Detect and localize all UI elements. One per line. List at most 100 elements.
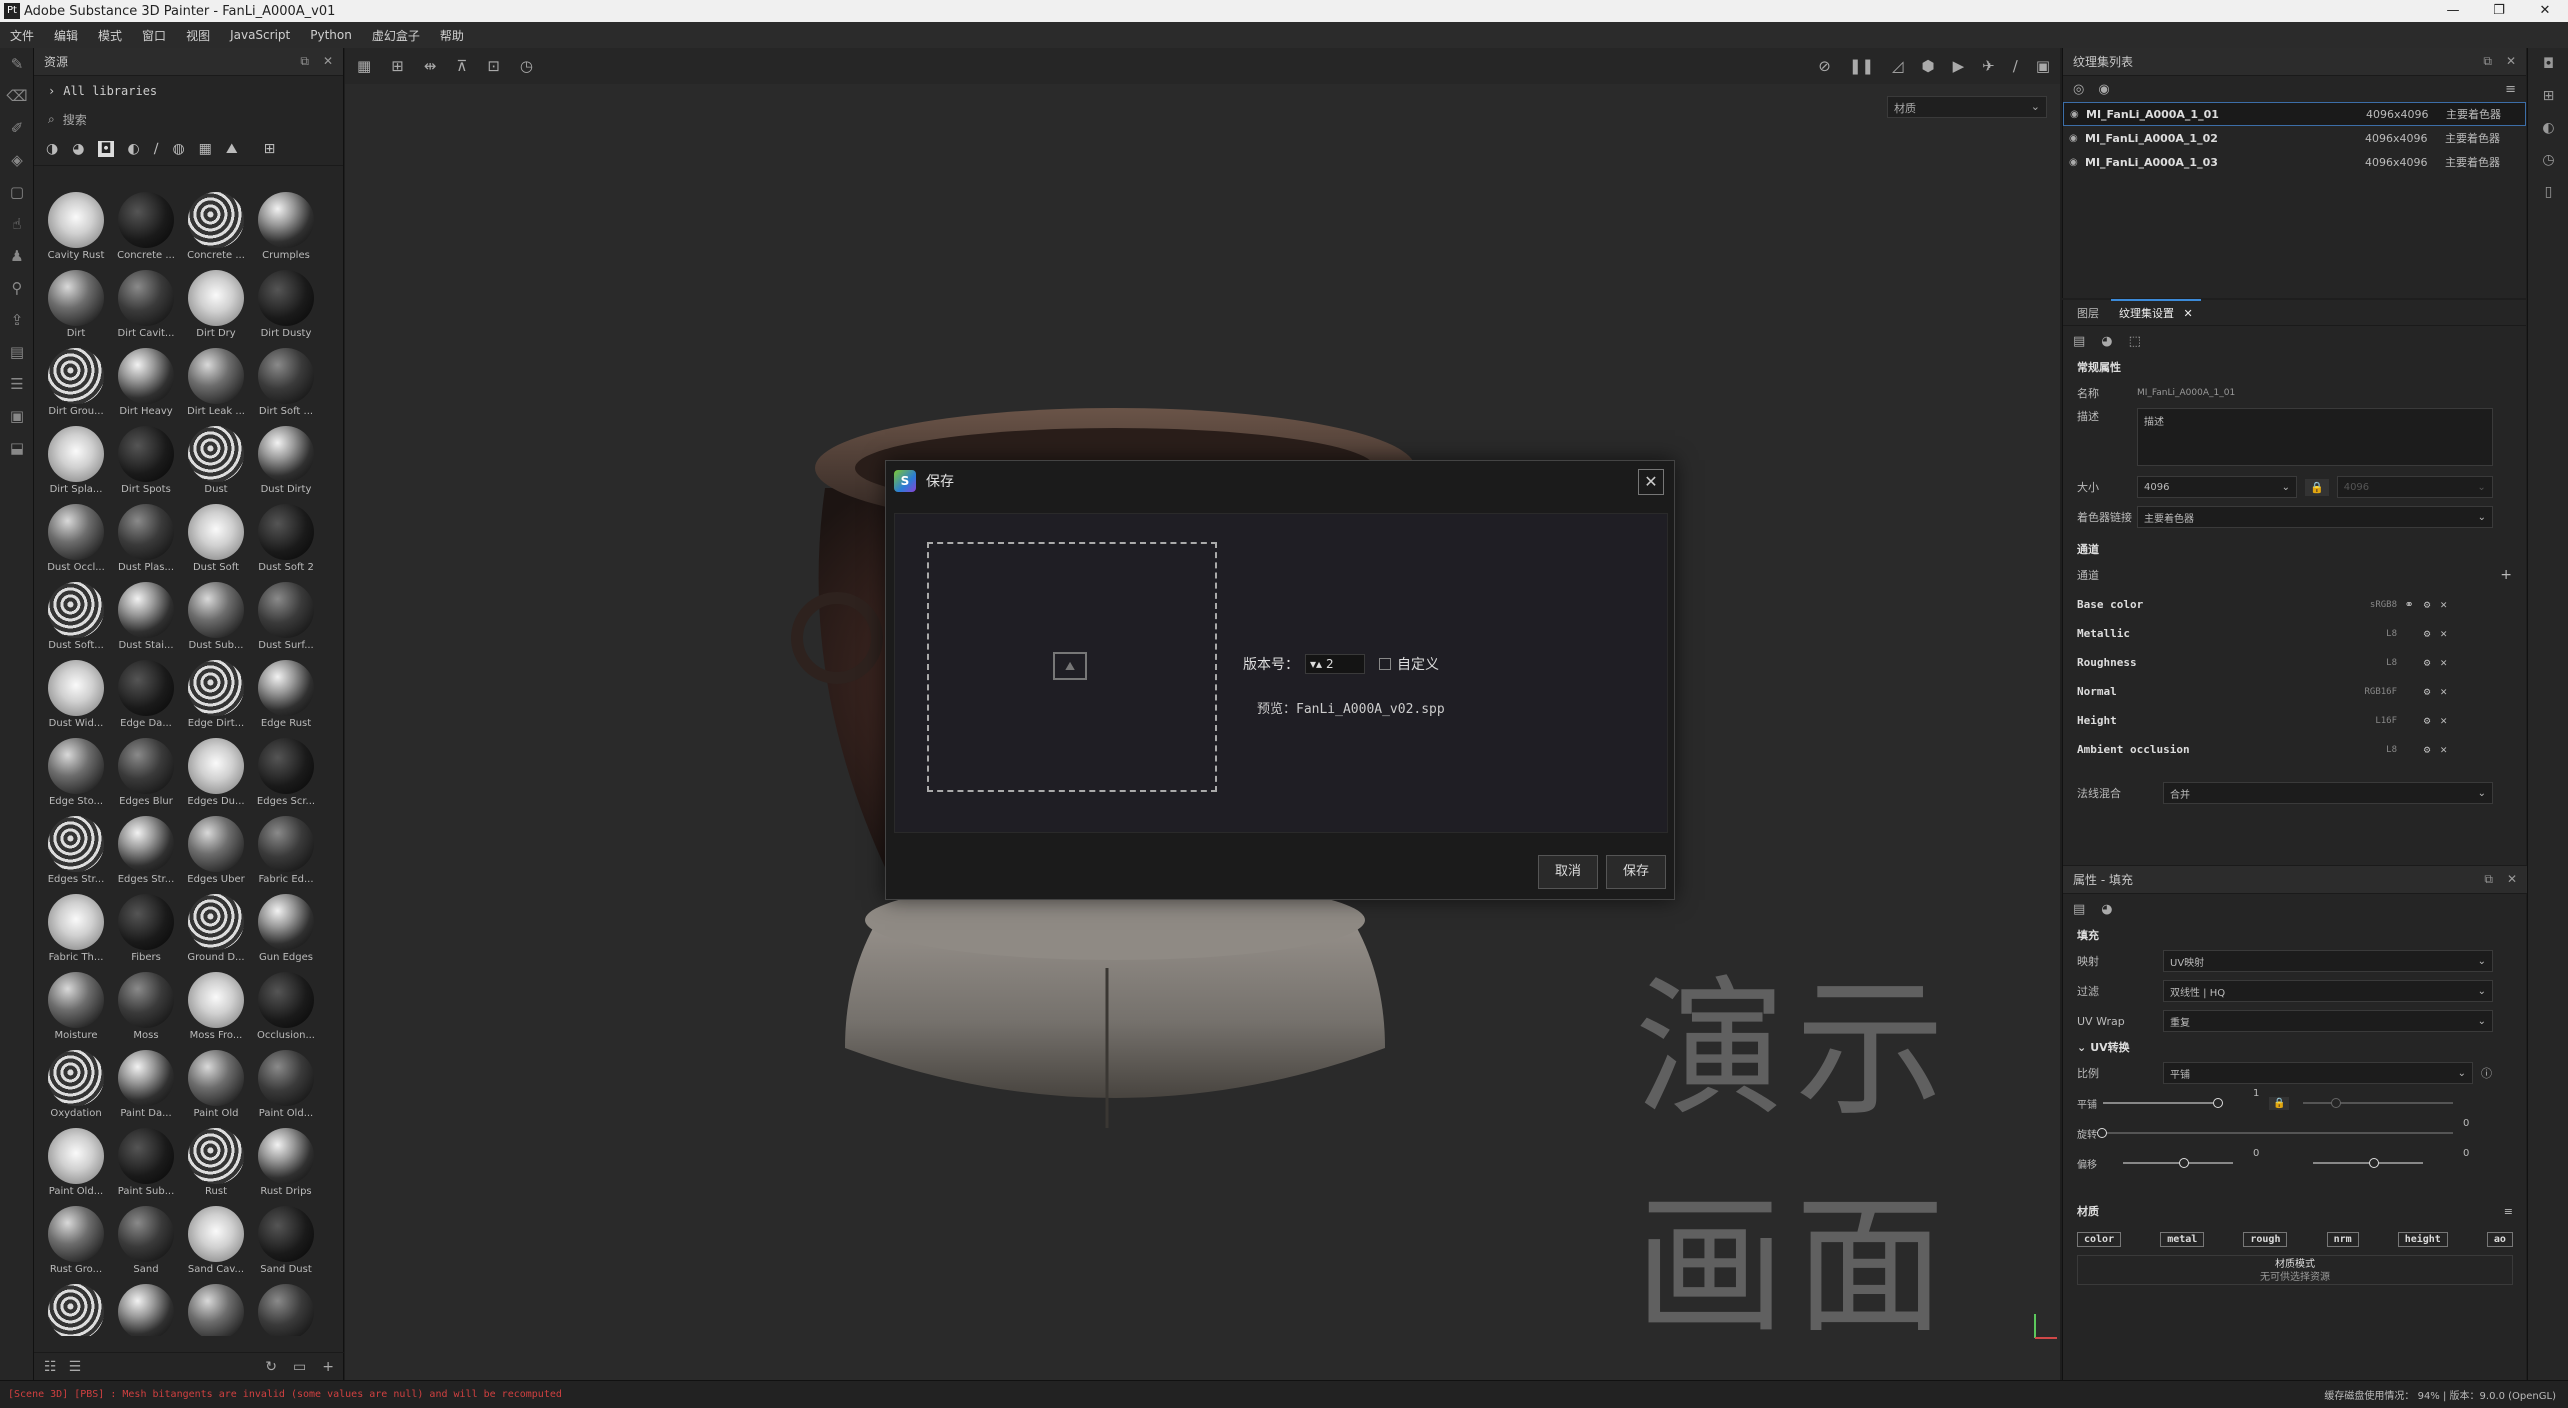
asset-item[interactable]: Cavity Rust xyxy=(42,188,110,266)
asset-item[interactable]: Dust Plas... xyxy=(112,500,180,578)
asset-item[interactable]: Dust Sub... xyxy=(182,578,250,656)
texture-set-icon[interactable]: ⊞ xyxy=(2528,80,2568,112)
asset-item[interactable]: Rust Gro... xyxy=(42,1202,110,1280)
menu-help[interactable]: 帮助 xyxy=(430,27,474,44)
close-icon[interactable]: ✕ xyxy=(1638,469,1664,495)
rotation-knob[interactable] xyxy=(2097,1128,2107,1138)
gear-icon[interactable]: ⚙ xyxy=(2424,714,2431,727)
asset-item[interactable]: Rust xyxy=(182,1124,250,1202)
metal-toggle[interactable]: metal xyxy=(2160,1232,2205,1247)
menu-window[interactable]: 窗口 xyxy=(132,27,176,44)
asset-item[interactable]: Edge Dirt... xyxy=(182,656,250,734)
blend-select[interactable]: 合并 ⌄ xyxy=(2163,782,2493,804)
asset-item[interactable]: Oxydation xyxy=(42,1046,110,1124)
asset-item[interactable]: Edge Da... xyxy=(112,656,180,734)
filter-icon[interactable]: ◐ xyxy=(128,141,140,157)
link-icon[interactable]: ⚭ xyxy=(2405,598,2414,611)
close-tab-icon[interactable]: ✕ xyxy=(2184,307,2193,320)
history-icon[interactable]: ◷ xyxy=(520,57,533,75)
height-toggle[interactable]: height xyxy=(2397,1232,2448,1247)
display-settings-icon[interactable]: ▣ xyxy=(0,400,34,432)
asset-item[interactable]: Dirt Grou... xyxy=(42,344,110,422)
asset-item[interactable]: Sand Dust xyxy=(252,1202,320,1280)
menu-python[interactable]: Python xyxy=(300,28,362,42)
asset-item[interactable]: Edges Str... xyxy=(112,812,180,890)
asset-item[interactable]: Dust Occl... xyxy=(42,500,110,578)
search-input[interactable]: 搜索 xyxy=(63,111,87,128)
asset-item[interactable]: Dirt Cavit... xyxy=(112,266,180,344)
asset-item[interactable]: Fibers xyxy=(112,890,180,968)
offset-y-knob[interactable] xyxy=(2369,1158,2379,1168)
geometry-mask-icon[interactable]: ◈ xyxy=(0,144,34,176)
asset-item[interactable]: Dirt Dusty xyxy=(252,266,320,344)
texture-set-shader[interactable]: 主要着色器 xyxy=(2445,130,2500,146)
scale-select[interactable]: 平铺 ⌄ xyxy=(2163,1062,2473,1084)
material-icon[interactable]: ◕ xyxy=(2101,334,2112,349)
menu-mode[interactable]: 模式 xyxy=(88,27,132,44)
frame-icon[interactable]: ⊡ xyxy=(487,57,500,75)
tool-icon[interactable]: ✈ xyxy=(1982,57,1995,75)
asset-item[interactable]: Sand Cav... xyxy=(182,1202,250,1280)
remove-icon[interactable]: ✕ xyxy=(2440,743,2447,756)
asset-item[interactable]: Sand xyxy=(112,1202,180,1280)
asset-item[interactable]: Dirt Dry xyxy=(182,266,250,344)
align-icon[interactable]: ⊼ xyxy=(456,57,467,75)
close-window-button[interactable]: ✕ xyxy=(2522,0,2568,22)
asset-item[interactable]: Dust Soft 2 xyxy=(252,500,320,578)
settings-icon[interactable]: ▤ xyxy=(2073,334,2085,349)
channel-format[interactable]: L8 xyxy=(2357,658,2397,668)
offset-x-knob[interactable] xyxy=(2179,1158,2189,1168)
clone-icon[interactable]: ♟ xyxy=(0,240,34,272)
environment-filter-icon[interactable]: ⛰ xyxy=(226,141,238,157)
asset-item[interactable]: Moss Fro... xyxy=(182,968,250,1046)
channel-format[interactable]: sRGB8 xyxy=(2357,600,2397,610)
smudge-icon[interactable]: ☝ xyxy=(0,208,34,240)
folder-icon[interactable]: ▭ xyxy=(293,1359,306,1375)
sort-icon[interactable]: ☷ xyxy=(44,1359,57,1375)
asset-item[interactable]: Paint Da... xyxy=(112,1046,180,1124)
brush-filter-icon[interactable]: ∕ xyxy=(154,141,159,157)
pause-icon[interactable]: ❚❚ xyxy=(1849,57,1874,75)
asset-item[interactable]: Dirt Spots xyxy=(112,422,180,500)
menu-unreal[interactable]: 虚幻盒子 xyxy=(362,27,430,44)
asset-item[interactable]: Dirt Soft ... xyxy=(252,344,320,422)
eraser-icon[interactable]: ⌫ xyxy=(0,80,34,112)
asset-item[interactable]: Fabric Th... xyxy=(42,890,110,968)
float-panel-icon[interactable]: ⧉ xyxy=(2484,872,2493,887)
asset-item[interactable]: Gun Edges xyxy=(252,890,320,968)
alpha-filter-icon[interactable]: ◍ xyxy=(172,141,184,157)
version-stepper[interactable]: ▾▴ 2 xyxy=(1305,654,1365,674)
asset-item[interactable]: Concrete ... xyxy=(182,188,250,266)
polygon-fill-icon[interactable]: ▢ xyxy=(0,176,34,208)
minimize-button[interactable]: — xyxy=(2430,0,2476,22)
remove-icon[interactable]: ✕ xyxy=(2440,627,2447,640)
close-panel-icon[interactable]: ✕ xyxy=(2507,872,2517,887)
mapping-select[interactable]: UV映射 ⌄ xyxy=(2163,950,2493,972)
bake-icon[interactable]: ⬓ xyxy=(0,432,34,464)
list-icon[interactable]: ☰ xyxy=(69,1359,82,1375)
asset-item[interactable]: Concrete ... xyxy=(112,188,180,266)
tab-texture-set-settings[interactable]: 纹理集设置 ✕ xyxy=(2111,299,2201,325)
remove-icon[interactable]: ✕ xyxy=(2440,714,2447,727)
projection-icon[interactable]: ✐ xyxy=(0,112,34,144)
asset-item[interactable]: Dust Stai... xyxy=(112,578,180,656)
add-channel-icon[interactable]: + xyxy=(2500,567,2512,583)
refresh-icon[interactable]: ↻ xyxy=(265,1359,277,1375)
asset-item[interactable]: Paint Old xyxy=(182,1046,250,1124)
hide-all-icon[interactable]: ◎ xyxy=(2073,82,2084,97)
cube-icon[interactable]: ⬢ xyxy=(1922,57,1935,75)
menu-icon[interactable]: ≡ xyxy=(2504,1205,2513,1218)
asset-item[interactable]: Edges Du... xyxy=(182,734,250,812)
grid-single-icon[interactable]: ▦ xyxy=(357,57,371,75)
history-icon[interactable]: ◷ xyxy=(2528,144,2568,176)
channel-format[interactable]: L8 xyxy=(2357,629,2397,639)
grid-view-icon[interactable]: ⊞ xyxy=(264,141,276,157)
library-selector[interactable]: › All libraries xyxy=(34,76,343,106)
grid-multi-icon[interactable]: ⊞ xyxy=(391,57,404,75)
settings-icon[interactable]: ▤ xyxy=(2073,902,2085,917)
gear-icon[interactable]: ⚙ xyxy=(2424,743,2431,756)
nrm-toggle[interactable]: nrm xyxy=(2326,1232,2359,1247)
texture-set-row[interactable]: ◉ MI_FanLi_A000A_1_02 4096x4096 主要着色器 xyxy=(2063,126,2526,150)
screenshot-icon[interactable]: ▣ xyxy=(2036,57,2050,75)
asset-item[interactable]: Paint Sub... xyxy=(112,1124,180,1202)
